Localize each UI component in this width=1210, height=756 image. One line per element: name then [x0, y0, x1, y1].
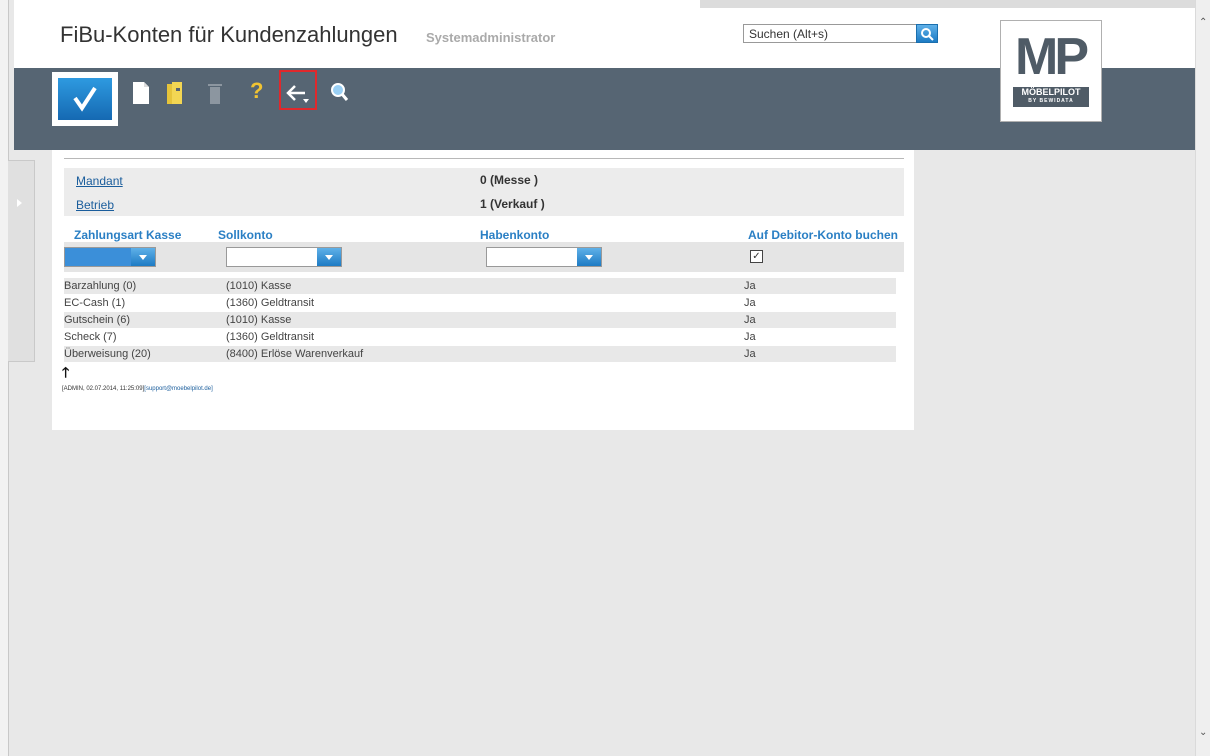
new-document-icon[interactable]	[130, 80, 152, 106]
footer-info: [ADMIN, 02.07.2014, 11:25:09][support@mo…	[62, 386, 213, 392]
cell-sollkonto: (8400) Erlöse Warenverkauf	[226, 348, 364, 360]
column-header-habenkonto[interactable]: Habenkonto	[480, 228, 549, 242]
search-zoom-icon[interactable]	[328, 80, 350, 106]
logo: MP MÖBELPILOT BY BEWIDATA	[1000, 20, 1102, 122]
mandant-link[interactable]: Mandant	[76, 174, 123, 188]
search-icon	[921, 28, 934, 41]
mandant-value: 0 (Messe )	[480, 173, 539, 187]
page-title: FiBu-Konten für Kundenzahlungen	[60, 22, 398, 47]
column-header-sollkonto[interactable]: Sollkonto	[218, 228, 273, 242]
cell-debitor: Ja	[744, 348, 756, 360]
betrieb-row: Betrieb 1 (Verkauf )	[64, 192, 904, 216]
scroll-top-arrow[interactable]: 🡑	[62, 362, 69, 386]
cell-zahlungsart: Scheck (7)	[64, 331, 117, 343]
chevron-right-icon	[17, 199, 22, 207]
table-row[interactable]: Gutschein (6) (1010) Kasse Ja	[64, 312, 896, 328]
content-panel: Mandant 0 (Messe ) Betrieb 1 (Verkauf ) …	[52, 150, 914, 430]
help-icon[interactable]: ?	[250, 78, 263, 104]
cell-zahlungsart: Überweisung (20)	[64, 348, 151, 360]
habenkonto-filter[interactable]	[486, 247, 602, 267]
cell-debitor: Ja	[744, 314, 756, 326]
side-panel-toggle[interactable]	[8, 160, 35, 362]
table-row[interactable]: Scheck (7) (1360) Geldtransit Ja	[64, 329, 896, 345]
column-header-zahlungsart[interactable]: Zahlungsart Kasse	[74, 228, 182, 243]
chevron-down-icon	[317, 248, 341, 266]
cell-zahlungsart: Gutschein (6)	[64, 314, 131, 326]
cell-sollkonto: (1010) Kasse	[226, 280, 292, 292]
delete-icon[interactable]	[204, 80, 226, 106]
cell-zahlungsart: EC-Cash (1)	[64, 297, 126, 309]
user-role: Systemadministrator	[426, 30, 556, 45]
cell-zahlungsart: Barzahlung (0)	[64, 280, 137, 292]
search-button[interactable]	[916, 24, 938, 43]
chevron-down-icon	[131, 248, 155, 266]
zahlungsart-filter[interactable]	[64, 247, 156, 267]
cell-sollkonto: (1360) Geldtransit	[226, 297, 315, 309]
column-header-debitor[interactable]: Auf Debitor-Konto buchen	[748, 228, 898, 242]
cell-sollkonto: (1010) Kasse	[226, 314, 292, 326]
mandant-row: Mandant 0 (Messe )	[64, 168, 904, 192]
left-edge	[0, 0, 9, 756]
scroll-down-icon[interactable]: ⌄	[1199, 728, 1207, 738]
table-row[interactable]: Überweisung (20) (8400) Erlöse Warenverka…	[64, 346, 896, 362]
open-folder-icon[interactable]	[164, 80, 186, 106]
chevron-down-icon	[577, 248, 601, 266]
sollkonto-filter[interactable]	[226, 247, 342, 267]
save-button[interactable]	[52, 72, 118, 126]
filter-row: ✓	[64, 242, 904, 272]
debitor-checkbox[interactable]: ✓	[750, 250, 763, 263]
scrollbar[interactable]: ⌃ ⌄	[1195, 0, 1210, 756]
cell-debitor: Ja	[744, 280, 756, 292]
cell-debitor: Ja	[744, 297, 756, 309]
table-row[interactable]: Barzahlung (0) (1010) Kasse Ja	[64, 278, 896, 294]
search-input[interactable]: Suchen (Alt+s)	[743, 24, 918, 43]
betrieb-value: 1 (Verkauf )	[480, 197, 545, 211]
cell-debitor: Ja	[744, 331, 756, 343]
checkmark-icon	[73, 86, 97, 112]
support-email-link[interactable]: [support@moebelpilot.de]	[144, 386, 212, 392]
cell-sollkonto: (1360) Geldtransit	[226, 331, 315, 343]
betrieb-link[interactable]: Betrieb	[76, 198, 114, 212]
scroll-up-icon[interactable]: ⌃	[1199, 18, 1207, 28]
header-strip	[700, 0, 1196, 8]
back-icon[interactable]	[285, 82, 311, 106]
table-row[interactable]: EC-Cash (1) (1360) Geldtransit Ja	[64, 295, 896, 311]
